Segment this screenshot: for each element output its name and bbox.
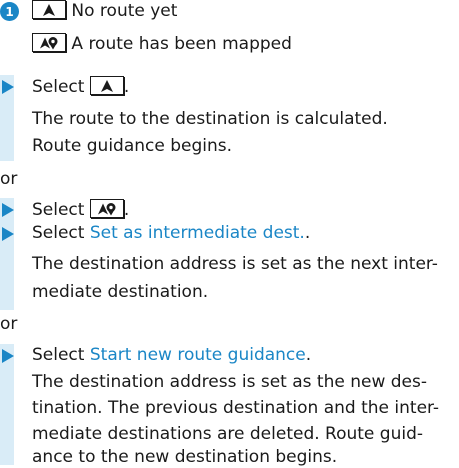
step2-result-line-1: The destination address is set as the ne… [32,254,438,274]
step1-result-line-2: Route guidance begins. [32,136,233,156]
step1-result-line-1: The route to the destination is calculat… [32,109,388,129]
step3-result-line-3: mediate destinations are deleted. Route … [32,424,424,444]
step-arrow-icon [2,349,14,363]
step-arrow-icon [2,227,14,241]
start-new-route-guidance-link[interactable]: Start new route guidance [90,345,306,365]
step1-select-line: Select . [32,76,129,98]
or-separator-2: or [0,314,18,334]
route-mapped-icon [89,199,124,218]
no-route-icon [89,76,124,95]
step1-select-suffix: . [123,77,130,97]
or-separator-1: or [0,169,18,189]
legend-item-no-route: No route yet [32,0,177,22]
step1-select-prefix: Select [32,77,85,97]
step2-option-line: Select Set as intermediate dest.. [32,222,310,244]
step3-result-line-1: The destination address is set as the ne… [32,372,428,392]
step2-option-prefix: Select [32,223,85,243]
no-route-icon [32,0,66,19]
step-arrow-icon [2,80,14,94]
legend-item-route-mapped: A route has been mapped [32,33,292,55]
step3-option-prefix: Select [32,345,85,365]
callout-number-badge: 1 [0,2,19,21]
step2-select-suffix: . [123,200,130,220]
step3-result-line-2: tination. The previous destination and t… [32,398,440,418]
legend-text-route-mapped: A route has been mapped [71,34,292,54]
step2-result-line-2: mediate destination. [32,282,209,302]
route-mapped-icon [32,33,66,52]
legend-text-no-route: No route yet [71,1,178,21]
step3-option-suffix: . [305,345,312,365]
step2-select-prefix: Select [32,200,85,220]
step2-option-suffix: . [304,223,311,243]
step3-option-line: Select Start new route guidance. [32,344,311,366]
step-arrow-icon [2,203,14,217]
step2-select-line: Select . [32,199,129,221]
set-as-intermediate-dest-link[interactable]: Set as intermediate dest. [90,223,305,243]
